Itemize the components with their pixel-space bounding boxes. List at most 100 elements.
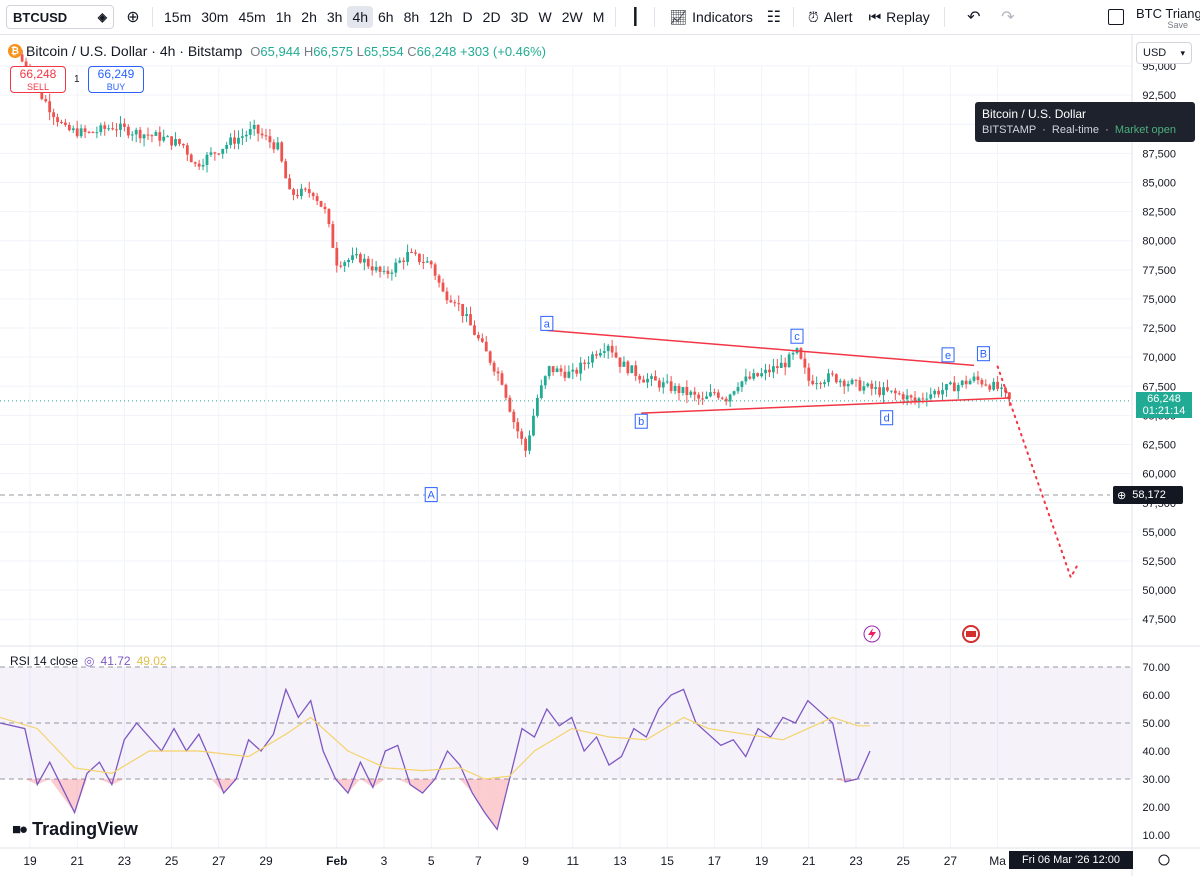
candle-body <box>638 375 642 380</box>
triangle-lower-line <box>641 397 1010 414</box>
currency-select[interactable]: USD ▾ <box>1136 42 1192 64</box>
candle-body <box>823 382 826 384</box>
candle-body <box>60 122 63 124</box>
candle-body <box>897 393 901 395</box>
candle-body <box>209 152 213 155</box>
price-tick-label: 75,000 <box>1142 294 1176 306</box>
candle-body <box>768 369 771 373</box>
time-tick-label: 25 <box>897 854 911 868</box>
time-tick-label: 3 <box>381 854 388 868</box>
time-tick-label: 23 <box>849 854 863 868</box>
buy-button[interactable]: 66,249 BUY <box>88 66 144 93</box>
candle-body <box>256 124 260 134</box>
wave-label-B: B <box>980 349 987 361</box>
candle-body <box>449 300 453 303</box>
wave-label-e: e <box>945 350 951 362</box>
candle-body <box>956 385 960 392</box>
candle-body <box>941 390 944 395</box>
candle-body <box>162 136 166 141</box>
candle-body <box>893 390 897 394</box>
time-tick-label: 21 <box>802 854 816 868</box>
candle-body <box>421 262 425 264</box>
candle-body <box>905 395 909 400</box>
candle-body <box>831 373 834 375</box>
rsi-settings-icon[interactable]: ◎ <box>84 654 94 668</box>
candle-body <box>492 362 496 372</box>
candle-body <box>296 194 299 197</box>
rsi-label[interactable]: RSI 14 close <box>10 654 78 668</box>
price-tick-label: 72,500 <box>1142 323 1176 335</box>
wave-label-A: A <box>428 490 436 502</box>
candle-body <box>980 380 984 385</box>
candle-body <box>689 391 693 396</box>
time-tick-label: 25 <box>165 854 179 868</box>
time-tick-label: 13 <box>613 854 627 868</box>
candle-body <box>500 373 504 385</box>
candle-body <box>280 142 284 162</box>
candle-body <box>362 258 366 263</box>
sell-price: 66,248 <box>19 67 57 81</box>
tooltip-exchange: BITSTAMP <box>982 124 1036 136</box>
candle-body <box>237 137 240 144</box>
candle-body <box>378 266 382 272</box>
candle-body <box>323 206 327 210</box>
currency-label: USD <box>1143 47 1167 59</box>
wave-label-b: b <box>638 416 644 428</box>
close-label: C <box>407 43 417 59</box>
rsi-oversold-fill <box>832 779 846 782</box>
candle-body <box>547 366 551 377</box>
candle-body <box>630 365 634 374</box>
candle-body <box>508 397 512 412</box>
candle-body <box>142 134 146 139</box>
candle-body <box>465 314 468 317</box>
candle-body <box>488 351 492 363</box>
candle-body <box>606 345 610 352</box>
candle-body <box>984 384 988 386</box>
candle-body <box>480 338 484 342</box>
candle-body <box>201 164 205 167</box>
time-tick-label: Ma <box>989 854 1006 868</box>
bitcoin-logo-icon: ₿ <box>8 44 22 58</box>
add-plus-icon[interactable]: ⊕ <box>1117 489 1126 502</box>
candle-body <box>909 395 913 398</box>
candle-body <box>197 163 201 167</box>
candle-body <box>587 362 590 364</box>
candle-body <box>728 394 732 402</box>
candle-body <box>677 385 681 393</box>
candle-body <box>130 134 134 136</box>
candle-body <box>241 136 244 138</box>
candle-body <box>693 391 697 395</box>
legend-title[interactable]: Bitcoin / U.S. Dollar · 4h · Bitstamp <box>26 43 242 59</box>
candle-body <box>610 345 614 353</box>
candle-body <box>461 303 465 317</box>
candle-body <box>335 247 339 266</box>
rsi-tick-label: 50.00 <box>1142 718 1170 730</box>
candle-body <box>563 371 567 378</box>
candle-body <box>56 117 59 123</box>
wave-label-c: c <box>794 331 800 343</box>
candle-body <box>229 137 232 145</box>
price-tick-label: 85,000 <box>1142 177 1176 189</box>
candle-body <box>787 354 791 368</box>
candle-body <box>598 352 602 356</box>
candle-body <box>512 411 516 423</box>
candle-body <box>390 272 394 274</box>
candle-body <box>669 381 673 392</box>
candle-body <box>87 131 91 133</box>
brand-label: TradingView <box>32 819 138 839</box>
candle-body <box>99 125 103 133</box>
candle-body <box>185 145 189 155</box>
candle-body <box>665 381 669 383</box>
candle-body <box>960 380 964 386</box>
candle-body <box>752 373 756 379</box>
candle-body <box>115 129 118 131</box>
sell-button[interactable]: 66,248 SELL <box>10 66 66 93</box>
rsi-tick-label: 40.00 <box>1142 746 1170 758</box>
spread-value: 1 <box>74 74 80 85</box>
price-tick-label: 50,000 <box>1142 585 1176 597</box>
close-value: 66,248 <box>416 43 457 59</box>
candle-body <box>634 365 638 376</box>
candle-body <box>260 133 264 136</box>
crosshair-price-tag[interactable]: ⊕ 58,172 <box>1113 486 1183 504</box>
candle-body <box>772 366 775 373</box>
